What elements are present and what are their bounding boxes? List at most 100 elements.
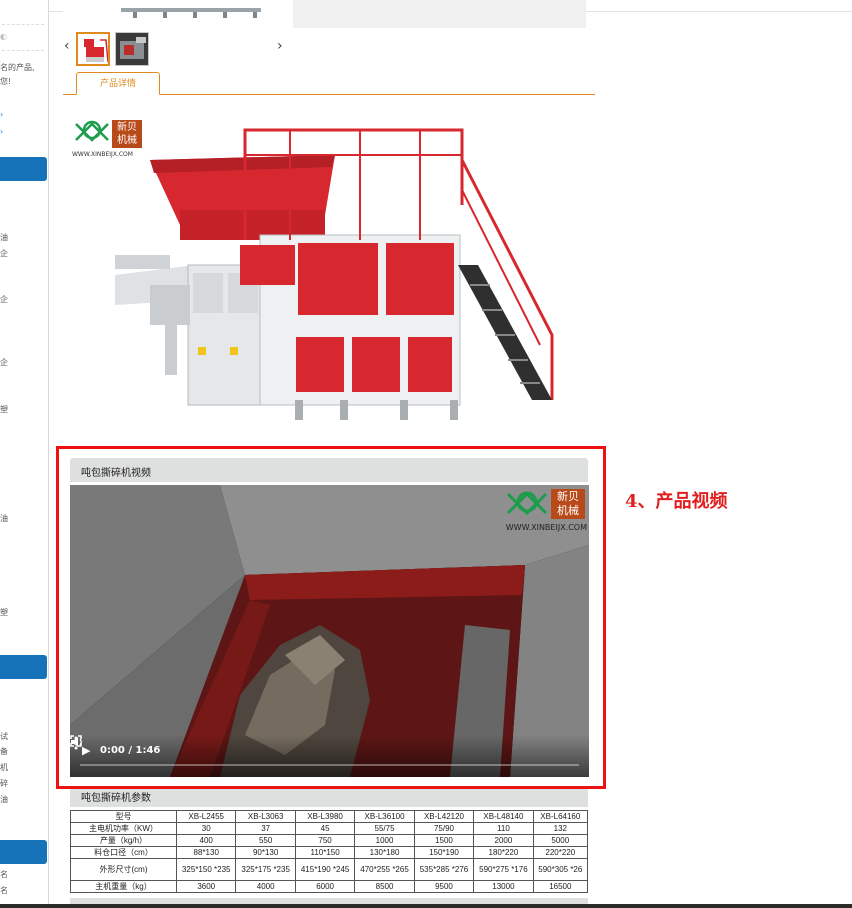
sidebar-snippet[interactable]: 机	[0, 762, 8, 773]
table-cell: 110*150	[294, 846, 356, 859]
sidebar-snippet[interactable]: 企	[0, 248, 8, 259]
table-cell: 132	[532, 822, 589, 835]
gallery-main-image	[63, 0, 293, 26]
product-machine-image	[70, 115, 565, 427]
table-cell: 180*220	[473, 846, 534, 859]
annotation-label: 4、产品视频	[625, 491, 728, 512]
table-cell: 88*130	[175, 846, 237, 859]
sidebar-snippet[interactable]: 油	[0, 794, 8, 805]
table-row: 主机重量（kg） 3600 4000 6000 8500 9500 13000 …	[70, 880, 589, 893]
video-watermark-url: WWW.XINBEIJX.COM	[505, 523, 587, 532]
table-cell: 16500	[532, 880, 589, 893]
page: ◐ 名的产品, 您! › › 油 企 企 企 塑 油 塑 试 备 机 碎 油 名…	[0, 0, 852, 908]
sidebar-snippet[interactable]: 试	[0, 731, 8, 742]
table-cell: 9500	[413, 880, 475, 893]
params-table: 型号 XB-L2455 XB-L3063 XB-L3980 XB-L36100 …	[70, 810, 589, 893]
table-cell: 110	[473, 822, 534, 835]
table-cell: 1500	[413, 834, 475, 847]
gallery-background	[293, 0, 586, 28]
brand-emblem-icon	[506, 491, 548, 516]
sidebar-snippet[interactable]: 名	[0, 885, 8, 896]
table-header-cell: XB-L3980	[294, 810, 356, 823]
sidebar-category-button[interactable]	[0, 157, 47, 181]
sidebar-snippet[interactable]: 油	[0, 232, 8, 243]
table-cell: 1000	[354, 834, 415, 847]
table-cell: 37	[235, 822, 296, 835]
video-controls: ▶ 0:00 / 1:46	[70, 735, 589, 777]
table-cell: 400	[175, 834, 237, 847]
gallery-thumbnail[interactable]	[76, 32, 110, 66]
table-cell: 470*255 *265	[354, 858, 415, 881]
sidebar-snippet[interactable]: 塑	[0, 404, 8, 415]
table-header-row: 型号 XB-L2455 XB-L3063 XB-L3980 XB-L36100 …	[70, 810, 589, 823]
sidebar-snippet[interactable]: 名	[0, 869, 8, 880]
sidebar-snippet[interactable]: 油	[0, 513, 8, 524]
sidebar-snippet[interactable]: 备	[0, 746, 8, 757]
video-watermark-box: 新贝 机械	[551, 489, 585, 519]
gallery-thumbnail[interactable]	[115, 32, 149, 66]
brand-name-line: 新贝	[117, 122, 137, 133]
table-cell: 415*190 *245	[294, 858, 356, 881]
table-header-cell: XB-L48140	[473, 810, 534, 823]
table-cell: 130*180	[354, 846, 415, 859]
brand-name-box: 新贝 机械	[112, 120, 142, 148]
video-watermark-logo: 新贝 机械 WWW.XINBEIJX.COM	[505, 489, 587, 533]
sidebar-snippet: 您!	[0, 77, 12, 86]
table-cell: 主电机功率（KW）	[70, 822, 177, 835]
gallery-next-button[interactable]: ›	[277, 38, 283, 54]
watermark-line: 机械	[557, 504, 579, 517]
video-section-title: 吨包撕碎机视频	[81, 468, 151, 479]
table-cell: 325*150 *235	[175, 858, 237, 881]
table-cell: 主机重量（kg）	[70, 880, 177, 893]
video-progress-bar[interactable]	[80, 764, 579, 766]
brand-logo: 新贝 机械 WWW.XINBEIJX.COM	[72, 118, 148, 160]
table-cell: 90*130	[235, 846, 296, 859]
table-row: 外形尺寸(cm) 325*150 *235 325*175 *235 415*1…	[70, 858, 589, 881]
table-cell: 550	[235, 834, 296, 847]
tab-product-detail[interactable]: 产品详情	[76, 72, 160, 95]
table-cell: 8500	[354, 880, 415, 893]
video-player[interactable]: 新贝 机械 WWW.XINBEIJX.COM ▶ 0:00 / 1:46	[70, 485, 589, 777]
table-cell: 590*275 *176	[473, 858, 534, 881]
table-cell: 150*190	[413, 846, 475, 859]
divider	[2, 50, 44, 51]
video-time: 0:00 / 1:46	[100, 745, 161, 756]
table-row: 料仓口径（cm） 88*130 90*130 110*150 130*180 1…	[70, 846, 589, 859]
sidebar-snippet[interactable]: 企	[0, 294, 8, 305]
sidebar-snippet[interactable]: 企	[0, 357, 8, 368]
sidebar-category-button[interactable]	[0, 655, 47, 679]
table-cell: 3600	[175, 880, 237, 893]
table-cell: 75/90	[413, 822, 475, 835]
params-section-title: 吨包撕碎机参数	[81, 793, 151, 804]
left-sidebar: ◐ 名的产品, 您! › › 油 企 企 企 塑 油 塑 试 备 机 碎 油 名…	[0, 0, 49, 908]
sidebar-snippet[interactable]: 塑	[0, 607, 8, 618]
table-row: 产量（kg/h） 400 550 750 1000 1500 2000 5000	[70, 834, 589, 847]
table-cell: 4000	[235, 880, 296, 893]
sidebar-snippet[interactable]: 碎	[0, 778, 8, 789]
table-cell: 535*285 *276	[413, 858, 475, 881]
sidebar-link-mark[interactable]: ›	[0, 127, 3, 136]
table-cell: 2000	[473, 834, 534, 847]
table-cell: 220*220	[532, 846, 589, 859]
sidebar-link-mark[interactable]: ›	[0, 110, 3, 119]
table-cell: 13000	[473, 880, 534, 893]
sidebar-category-button[interactable]	[0, 840, 47, 864]
table-cell: 325*175 *235	[235, 858, 296, 881]
more-options-icon[interactable]	[70, 735, 82, 751]
table-cell: 30	[175, 822, 237, 835]
table-cell: 45	[294, 822, 356, 835]
table-cell: 6000	[294, 880, 356, 893]
table-cell: 料仓口径（cm）	[70, 846, 177, 859]
table-header-cell: XB-L2455	[175, 810, 237, 823]
table-cell: 750	[294, 834, 356, 847]
window-bottom-edge	[0, 904, 852, 908]
gallery-prev-button[interactable]: ‹	[64, 38, 70, 54]
table-cell: 590*305 *26	[532, 858, 589, 881]
table-header-cell: 型号	[70, 810, 177, 823]
brand-emblem-icon	[75, 120, 109, 142]
table-header-cell: XB-L42120	[413, 810, 475, 823]
table-header-cell: XB-L3063	[235, 810, 296, 823]
brand-url: WWW.XINBEIJX.COM	[72, 151, 133, 158]
table-cell: 5000	[532, 834, 589, 847]
brand-name-line: 机械	[117, 135, 137, 146]
